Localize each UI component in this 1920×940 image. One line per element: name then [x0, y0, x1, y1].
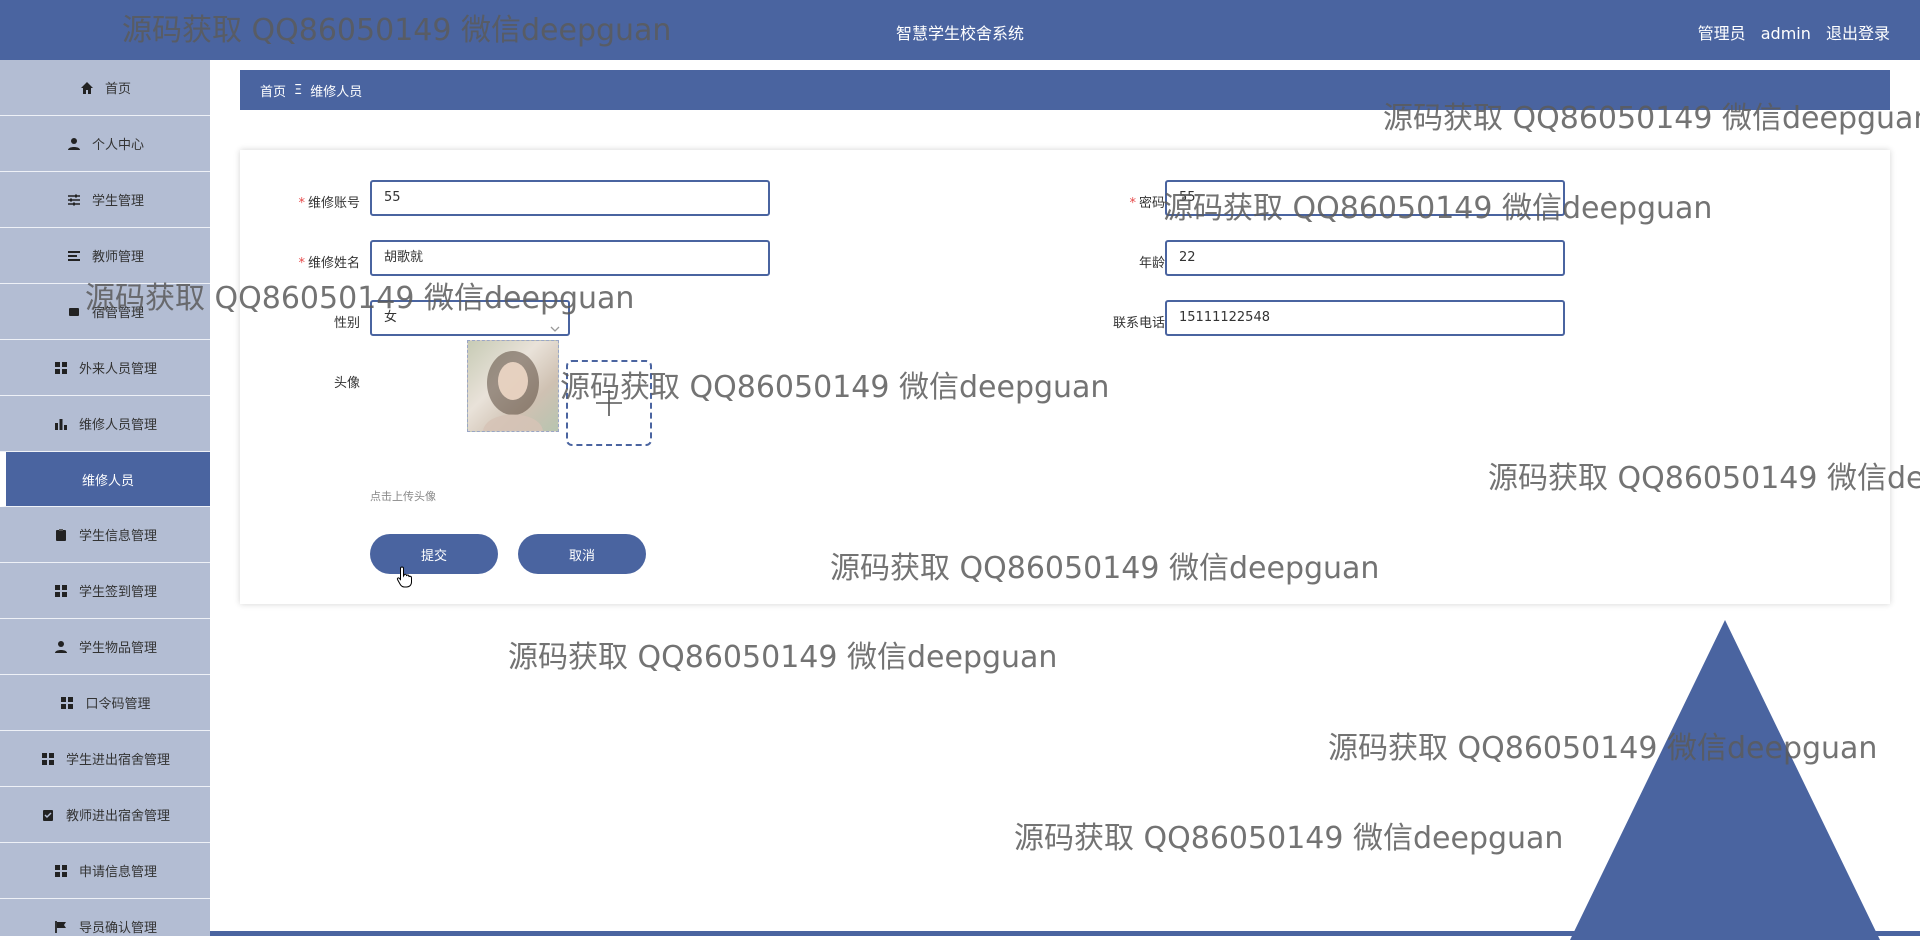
sidebar-item-label: 学生签到管理 — [78, 585, 157, 600]
age-label: 年龄 — [1138, 256, 1165, 271]
sidebar: 首页 个人中心 学生管理 教师管理 宿管管理 外来人员管理 维修人员管理 维修人… — [0, 60, 210, 936]
sidebar-item-home[interactable]: 首页 — [0, 60, 210, 116]
breadcrumb-separator: Ξ — [294, 82, 303, 98]
sidebar-item-label: 教师进出宿舍管理 — [65, 809, 170, 824]
avatar-upload-hint: 点击上传头像 — [370, 490, 436, 503]
user-role: 管理员 — [1697, 24, 1746, 43]
grid-icon — [53, 863, 69, 879]
user-icon — [66, 136, 82, 152]
sidebar-item-student-management[interactable]: 学生管理 — [0, 172, 210, 228]
user-icon — [53, 639, 69, 655]
name-label-text: 维修姓名 — [307, 256, 360, 271]
avatar-label: 头像 — [333, 376, 360, 391]
bottom-border — [210, 931, 1920, 936]
watermark: 源码获取 QQ86050149 微信deepguan — [1488, 461, 1920, 496]
sidebar-item-label: 外来人员管理 — [78, 362, 157, 377]
list-icon — [66, 248, 82, 264]
watermark: 源码获取 QQ86050149 微信deepguan — [1383, 101, 1920, 136]
clipboard-icon — [53, 527, 69, 543]
breadcrumb-current: 维修人员 — [310, 84, 363, 100]
sidebar-item-label: 导员确认管理 — [78, 921, 157, 936]
sidebar-item-label: 学生管理 — [91, 194, 144, 209]
grid-icon — [59, 695, 75, 711]
sidebar-item-counselor-confirm[interactable]: 导员确认管理 — [0, 899, 210, 936]
watermark: 源码获取 QQ86050149 微信deepguan — [85, 281, 635, 316]
submit-button[interactable]: 提交 — [370, 534, 498, 574]
sidebar-item-personal-center[interactable]: 个人中心 — [0, 116, 210, 172]
sidebar-item-repair-staff-management[interactable]: 维修人员管理 — [0, 396, 210, 452]
decorative-triangle — [1570, 620, 1880, 940]
sidebar-item-student-checkin[interactable]: 学生签到管理 — [0, 563, 210, 619]
required-mark: * — [298, 256, 305, 271]
breadcrumb-home[interactable]: 首页 — [260, 81, 286, 100]
sidebar-item-label: 教师管理 — [91, 250, 144, 265]
avatar-image — [483, 351, 543, 431]
account-input[interactable]: 55 — [370, 180, 770, 216]
grid-icon — [53, 583, 69, 599]
sidebar-item-student-dorm-access[interactable]: 学生进出宿舍管理 — [0, 731, 210, 787]
required-mark: * — [298, 196, 305, 211]
sidebar-item-label: 申请信息管理 — [78, 865, 157, 880]
name-input[interactable]: 胡歌就 — [370, 240, 770, 276]
name-label: * 维修姓名 — [240, 252, 360, 271]
flag-icon — [53, 919, 69, 935]
sidebar-item-repair-staff[interactable]: 维修人员 — [0, 452, 210, 507]
sidebar-item-passcode[interactable]: 口令码管理 — [0, 675, 210, 731]
sidebar-item-label: 个人中心 — [91, 138, 144, 153]
watermark: 源码获取 QQ86050149 微信deepguan — [508, 640, 1058, 675]
watermark: 源码获取 QQ86050149 微信deepguan — [1014, 821, 1564, 856]
sliders-icon — [66, 192, 82, 208]
sidebar-item-label: 维修人员管理 — [78, 418, 157, 433]
sidebar-item-application-info[interactable]: 申请信息管理 — [0, 843, 210, 899]
sidebar-item-visitor-management[interactable]: 外来人员管理 — [0, 340, 210, 396]
grid-icon — [53, 360, 69, 376]
username: admin — [1760, 24, 1811, 43]
watermark: 源码获取 QQ86050149 微信deepguan — [830, 551, 1380, 586]
avatar-thumbnail[interactable] — [467, 340, 559, 432]
account-label: * 维修账号 — [240, 192, 360, 211]
box-icon — [66, 304, 82, 320]
check-clipboard-icon — [40, 807, 56, 823]
logout-link[interactable]: 退出登录 — [1826, 24, 1890, 43]
watermark: 源码获取 QQ86050149 微信deepguan — [1163, 191, 1713, 226]
grid-icon — [40, 751, 56, 767]
sidebar-item-label: 口令码管理 — [85, 697, 151, 712]
phone-input[interactable]: 15111122548 — [1165, 300, 1565, 336]
password-label: * 密码 — [1045, 192, 1165, 211]
bar-chart-icon — [53, 416, 69, 432]
sidebar-item-label: 学生信息管理 — [78, 529, 157, 544]
home-icon — [79, 80, 95, 96]
hand-cursor-icon — [396, 566, 414, 592]
watermark: 源码获取 QQ86050149 微信deepguan — [560, 370, 1110, 405]
sidebar-item-student-info[interactable]: 学生信息管理 — [0, 507, 210, 563]
age-input[interactable]: 22 — [1165, 240, 1565, 276]
sidebar-item-label: 首页 — [104, 82, 131, 97]
sidebar-item-teacher-dorm-access[interactable]: 教师进出宿舍管理 — [0, 787, 210, 843]
required-mark: * — [1129, 196, 1136, 211]
phone-label: 联系电话 — [1112, 316, 1165, 331]
account-label-text: 维修账号 — [307, 196, 360, 211]
sidebar-item-label: 学生物品管理 — [78, 641, 157, 656]
user-area: 管理员 admin 退出登录 — [1688, 20, 1890, 44]
cancel-button[interactable]: 取消 — [518, 534, 646, 574]
password-label-text: 密码 — [1138, 196, 1165, 211]
sidebar-item-label: 维修人员 — [81, 473, 134, 489]
watermark: 源码获取 QQ86050149 微信deepguan — [1328, 731, 1878, 766]
sidebar-item-label: 学生进出宿舍管理 — [65, 753, 170, 768]
sidebar-item-student-items[interactable]: 学生物品管理 — [0, 619, 210, 675]
watermark: 源码获取 QQ86050149 微信deepguan — [122, 13, 672, 48]
